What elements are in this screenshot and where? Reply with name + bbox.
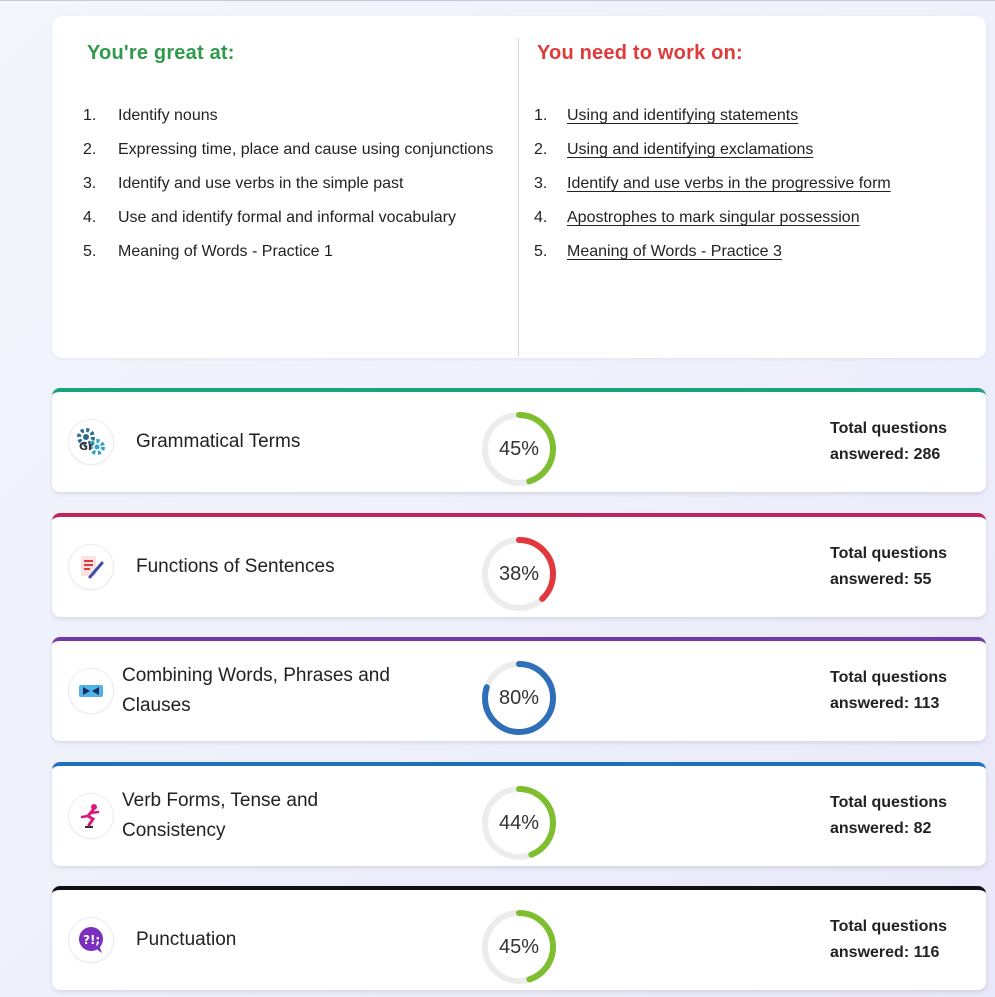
- work-on-link[interactable]: Meaning of Words - Practice 3: [567, 239, 964, 264]
- answered-prefix: answered:: [830, 695, 910, 712]
- answered-count: 82: [913, 820, 932, 837]
- total-questions: Total questions answered: 286: [830, 416, 947, 468]
- answered-count: 55: [913, 571, 932, 588]
- total-questions: Total questions answered: 55: [830, 541, 947, 593]
- list-item-number: 3.: [83, 175, 97, 192]
- list-item-text: Use and identify formal and informal voc…: [118, 209, 456, 226]
- topic-title: Punctuation: [136, 929, 237, 950]
- list-item-number: 5.: [83, 243, 97, 260]
- list-item-text: Meaning of Words - Practice 1: [118, 243, 333, 260]
- topic-card[interactable]: Combining Words, Phrases and Clauses 80%…: [52, 637, 986, 741]
- work-on-link[interactable]: Apostrophes to mark singular possession: [567, 205, 964, 230]
- work-on-link[interactable]: Using and identifying statements: [567, 103, 964, 128]
- progress-ring: 38%: [480, 535, 558, 613]
- answered-prefix: answered:: [830, 571, 910, 588]
- total-questions: Total questions answered: 116: [830, 914, 947, 966]
- list-item: 2. Expressing time, place and cause using…: [83, 137, 503, 162]
- list-item: 1. Identify nouns: [83, 103, 503, 128]
- work-on-link[interactable]: Identify and use verbs in the progressiv…: [567, 171, 964, 196]
- answered-prefix: answered:: [830, 820, 910, 837]
- work-on-heading: You need to work on:: [537, 42, 743, 64]
- progress-percent: 38%: [498, 562, 540, 585]
- list-item: 4. Apostrophes to mark singular possessio…: [534, 205, 964, 230]
- list-item: 5. Meaning of Words - Practice 1: [83, 239, 503, 264]
- total-label: Total questions: [830, 420, 948, 437]
- total-label: Total questions: [830, 918, 948, 935]
- skills-summary-panel: You're great at: 1. Identify nouns 2. Expr…: [52, 16, 986, 358]
- answered-prefix: answered:: [830, 944, 910, 961]
- topic-title: Verb Forms, Tense and Consistency: [122, 790, 319, 841]
- work-on-list: 1. Using and identifying statements 2. Usi…: [534, 103, 964, 273]
- list-item-number: 1.: [83, 107, 97, 124]
- list-item: 3. Identify and use verbs in the progress…: [534, 171, 964, 196]
- progress-ring: 45%: [480, 908, 558, 986]
- total-questions: Total questions answered: 82: [830, 790, 947, 842]
- answered-count: 286: [913, 446, 941, 463]
- topic-card[interactable]: ?!; Punctuation 45% Total questions answe…: [52, 886, 986, 990]
- top-divider: [0, 0, 995, 1]
- list-item-number: 4.: [83, 209, 97, 226]
- topic-card[interactable]: Gr Grammatical Terms 45% Total questions…: [52, 388, 986, 492]
- topic-title: Functions of Sentences: [136, 556, 335, 577]
- svg-text:Gr: Gr: [79, 440, 94, 453]
- topic-card[interactable]: Verb Forms, Tense and Consistency 44% To…: [52, 762, 986, 866]
- progress-percent: 44%: [498, 811, 540, 834]
- answered-prefix: answered:: [830, 446, 910, 463]
- bow-tie-icon: [69, 669, 113, 713]
- list-item: 2. Using and identifying exclamations: [534, 137, 964, 162]
- great-at-list: 1. Identify nouns 2. Expressing time, plac…: [83, 103, 503, 273]
- topic-card[interactable]: Functions of Sentences 38% Total questio…: [52, 513, 986, 617]
- progress-percent: 45%: [498, 437, 540, 460]
- answered-count: 113: [913, 695, 940, 712]
- skater-icon: [69, 794, 113, 838]
- total-questions: Total questions answered: 113: [830, 665, 947, 717]
- progress-ring: 45%: [480, 410, 558, 488]
- svg-text:?!;: ?!;: [83, 933, 100, 947]
- progress-ring: 44%: [480, 784, 558, 862]
- total-label: Total questions: [830, 794, 948, 811]
- topic-title: Combining Words, Phrases and Clauses: [122, 665, 390, 716]
- list-item: 4. Use and identify formal and informal v…: [83, 205, 503, 230]
- list-item-number: 1.: [534, 107, 548, 124]
- list-item: 5. Meaning of Words - Practice 3: [534, 239, 964, 264]
- list-item: 3. Identify and use verbs in the simple p…: [83, 171, 503, 196]
- document-pencil-icon: [69, 545, 113, 589]
- total-label: Total questions: [830, 545, 948, 562]
- list-item: 1. Using and identifying statements: [534, 103, 964, 128]
- list-item-number: 5.: [534, 243, 548, 260]
- list-item-text: Identify and use verbs in the simple pas…: [118, 175, 404, 192]
- answered-count: 116: [913, 944, 940, 961]
- progress-percent: 45%: [498, 935, 540, 958]
- gears-icon: Gr: [69, 420, 113, 464]
- column-divider: [518, 38, 519, 356]
- great-at-heading: You're great at:: [87, 42, 235, 64]
- topic-title: Grammatical Terms: [136, 431, 301, 452]
- list-item-text: Identify nouns: [118, 107, 218, 124]
- work-on-link[interactable]: Using and identifying exclamations: [567, 137, 964, 162]
- list-item-number: 2.: [534, 141, 548, 158]
- progress-ring: 80%: [480, 659, 558, 737]
- punctuation-bubble-icon: ?!;: [69, 918, 113, 962]
- list-item-text: Expressing time, place and cause using c…: [118, 141, 494, 158]
- progress-percent: 80%: [498, 686, 540, 709]
- total-label: Total questions: [830, 669, 948, 686]
- list-item-number: 2.: [83, 141, 97, 158]
- list-item-number: 3.: [534, 175, 548, 192]
- list-item-number: 4.: [534, 209, 548, 226]
